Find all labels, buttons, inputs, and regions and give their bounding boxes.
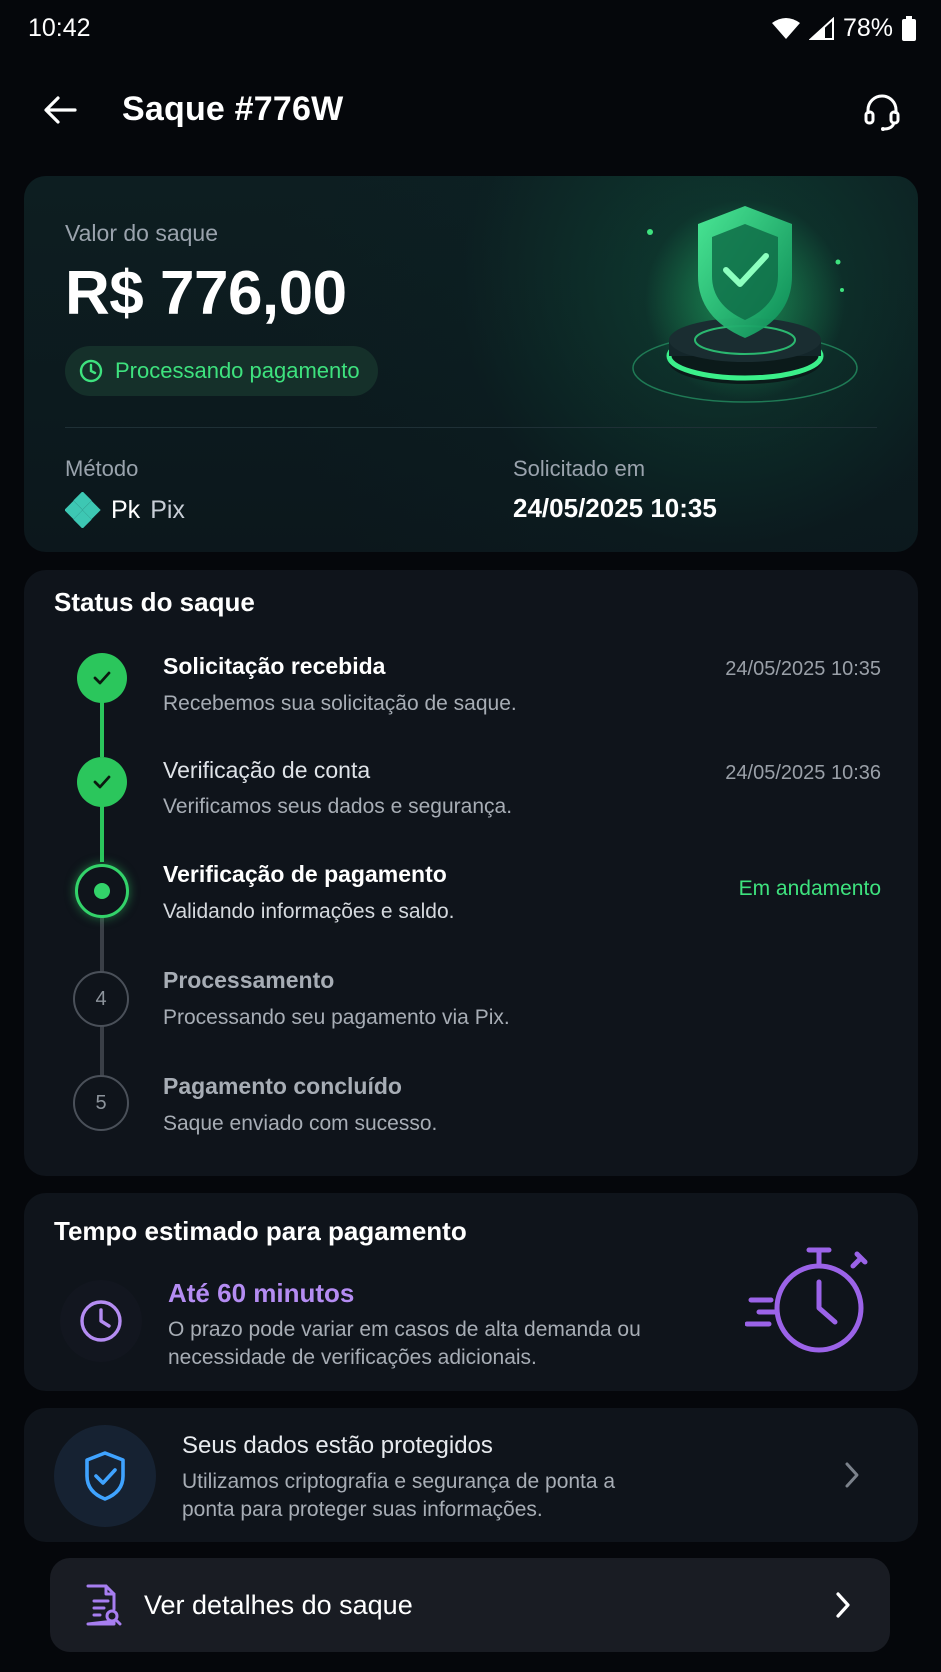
stopwatch-icon bbox=[745, 1247, 868, 1353]
method-label: Método bbox=[65, 456, 139, 481]
step-4-number: 4 bbox=[95, 987, 107, 1010]
arrow-left-icon bbox=[44, 96, 77, 124]
pix-logo-icon bbox=[65, 492, 101, 528]
requested-date: 24/05/2025 10:35 bbox=[513, 493, 717, 523]
timeline-connector bbox=[100, 1022, 104, 1078]
battery-percent: 78% bbox=[842, 14, 893, 42]
current-dot bbox=[94, 883, 110, 899]
support-button[interactable] bbox=[858, 88, 906, 136]
step-3-title: Verificação de pagamento bbox=[163, 861, 447, 887]
timeline-connector bbox=[100, 806, 104, 862]
step-2-title: Verificação de conta bbox=[163, 757, 371, 783]
method-name: Pix bbox=[150, 495, 185, 524]
step-1-time: 24/05/2025 10:35 bbox=[725, 658, 881, 680]
requested-label: Solicitado em bbox=[513, 456, 646, 481]
shield-check-icon bbox=[85, 1451, 125, 1501]
step-1-title: Solicitação recebida bbox=[163, 653, 386, 679]
pix-logo-text: Pk bbox=[111, 495, 141, 524]
status-badge-label: Processando pagamento bbox=[115, 358, 360, 383]
check-icon bbox=[93, 671, 111, 685]
step-3-current-indicator bbox=[75, 864, 129, 918]
step-4-description: Processando seu pagamento via Pix. bbox=[163, 1006, 510, 1029]
back-button[interactable] bbox=[38, 88, 82, 132]
battery-icon bbox=[902, 15, 916, 41]
estimate-headline: Até 60 minutos bbox=[168, 1278, 355, 1308]
step-5-title: Pagamento concluído bbox=[163, 1073, 402, 1099]
status-bar: 10:42 78% bbox=[0, 0, 941, 60]
shield-check-illustration bbox=[632, 200, 858, 403]
step-2-done-indicator bbox=[77, 757, 127, 807]
status-icons: 78% bbox=[771, 14, 917, 43]
clock-icon bbox=[79, 359, 103, 383]
step-5-number: 5 bbox=[95, 1091, 107, 1114]
security-description: Utilizamos criptografia e segurança de p… bbox=[182, 1470, 616, 1521]
step-1-done-indicator bbox=[77, 653, 127, 703]
estimate-title: Tempo estimado para pagamento bbox=[54, 1216, 467, 1246]
step-2-description: Verificamos seus dados e segurança. bbox=[163, 795, 513, 818]
step-4-pending-indicator: 4 bbox=[73, 971, 129, 1027]
chevron-right-icon bbox=[845, 1462, 859, 1488]
divider bbox=[65, 427, 877, 428]
wifi-icon bbox=[771, 17, 800, 39]
clock-bubble bbox=[60, 1280, 142, 1362]
step-2-time: 24/05/2025 10:36 bbox=[725, 762, 881, 784]
amount-label: Valor do saque bbox=[65, 220, 219, 246]
status-time: 10:42 bbox=[28, 14, 91, 42]
status-section-title: Status do saque bbox=[54, 587, 255, 617]
timeline-connector bbox=[100, 702, 104, 757]
timeline-connector bbox=[100, 916, 104, 972]
signal-icon bbox=[808, 16, 834, 40]
step-5-pending-indicator: 5 bbox=[73, 1075, 129, 1131]
status-badge: Processando pagamento bbox=[65, 346, 378, 396]
clock-icon bbox=[80, 1300, 122, 1342]
method-value: Pk Pix bbox=[65, 492, 185, 528]
shield-bubble bbox=[54, 1425, 156, 1527]
step-3-status: Em andamento bbox=[738, 877, 881, 900]
headset-icon bbox=[864, 94, 900, 131]
step-3-description: Validando informações e saldo. bbox=[163, 900, 455, 923]
step-5-description: Saque enviado com sucesso. bbox=[163, 1112, 438, 1135]
step-4-title: Processamento bbox=[163, 967, 335, 993]
security-title: Seus dados estão protegidos bbox=[182, 1432, 493, 1459]
page-title: Saque #776W bbox=[122, 90, 344, 128]
chevron-right-icon bbox=[836, 1592, 850, 1618]
step-1-description: Recebemos sua solicitação de saque. bbox=[163, 692, 517, 715]
estimate-description: O prazo pode variar em casos de alta dem… bbox=[168, 1318, 641, 1369]
amount-value: R$ 776,00 bbox=[65, 259, 347, 328]
document-icon bbox=[86, 1584, 122, 1626]
check-icon bbox=[93, 775, 111, 789]
view-details-label: Ver detalhes do saque bbox=[144, 1590, 413, 1620]
